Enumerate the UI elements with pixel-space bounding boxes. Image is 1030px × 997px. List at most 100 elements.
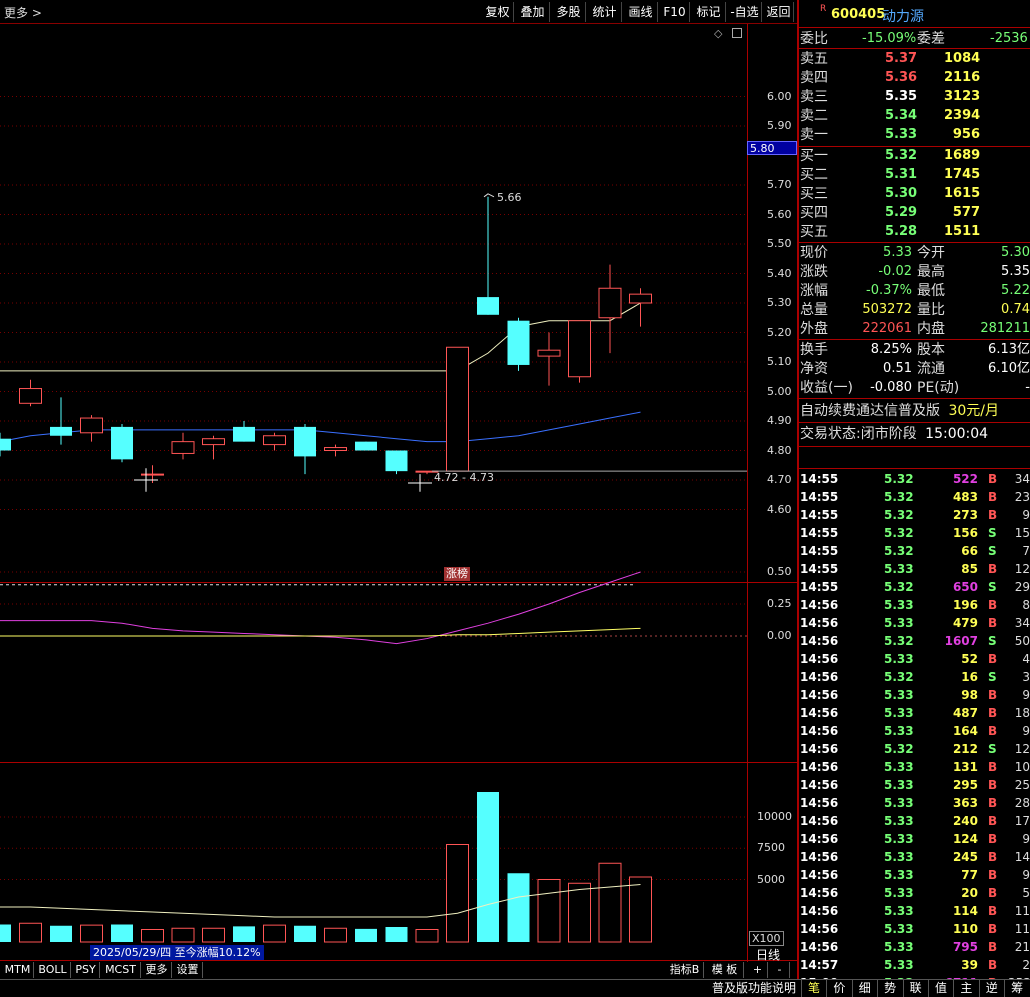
toolbar-button-3[interactable]: 统计: [588, 2, 622, 22]
ob-price[interactable]: 5.33: [885, 126, 917, 144]
detail-tab-1[interactable]: 价: [826, 980, 851, 997]
fund-value: 8.25%: [870, 342, 912, 357]
tick-side: B: [988, 850, 998, 864]
tick-row: 14:56 5.33 164 B 9: [800, 722, 1030, 740]
ob-price[interactable]: 5.30: [885, 185, 917, 203]
tick-side: S: [988, 580, 997, 594]
ob-price[interactable]: 5.36: [885, 69, 917, 87]
stat-value: 281211: [980, 321, 1030, 336]
r-tag: R: [820, 4, 827, 14]
toolbar-button-7[interactable]: -自选: [728, 2, 762, 22]
toolbar-button-4[interactable]: 画线: [624, 2, 658, 22]
candle-body: [202, 438, 225, 446]
volume-bar: [80, 924, 103, 943]
ob-price[interactable]: 5.29: [885, 204, 917, 222]
ob-price[interactable]: 5.32: [885, 147, 917, 165]
help-link[interactable]: 普及版功能说明: [712, 980, 796, 997]
price-tick: 5.20: [767, 325, 792, 339]
tick-price: 5.33: [884, 940, 914, 954]
tick-count: 14: [1014, 850, 1030, 864]
detail-tab-0[interactable]: 笔: [801, 980, 826, 997]
template-tab[interactable]: 模 板: [706, 962, 744, 978]
price-tick: 5.40: [767, 266, 792, 280]
price-tick: 4.80: [767, 443, 792, 457]
tick-time: 14:56: [800, 724, 839, 738]
detail-tab-7[interactable]: 逆: [978, 980, 1004, 997]
tick-volume: 52: [961, 652, 978, 666]
high-marker: [483, 193, 495, 198]
zoom-out-button[interactable]: -: [770, 962, 790, 978]
indicator-tab-更多[interactable]: 更多: [142, 962, 172, 978]
ob-price[interactable]: 5.31: [885, 166, 917, 184]
ob-price[interactable]: 5.34: [885, 107, 917, 125]
indicator-b-tab[interactable]: 指标B: [666, 962, 704, 978]
indicator-tab-mcst[interactable]: MCST: [101, 962, 141, 978]
panel-divider: [797, 0, 799, 980]
tick-time: 14:56: [800, 796, 839, 810]
candle-body: [141, 473, 164, 476]
detail-tab-8[interactable]: 筹: [1004, 980, 1029, 997]
tick-side: B: [988, 958, 998, 972]
ob-price[interactable]: 5.28: [885, 223, 917, 241]
tick-price: 5.33: [884, 724, 914, 738]
candle-body: [568, 320, 591, 378]
tick-side: B: [988, 832, 998, 846]
tick-row: 14:56 5.33 131 B 10: [800, 758, 1030, 776]
indicator-tab-mtm[interactable]: MTM: [2, 962, 34, 978]
stat-value: 5.30: [1001, 245, 1030, 260]
tick-price: 5.33: [884, 814, 914, 828]
ob-label: 买二: [800, 167, 828, 183]
tick-volume: 522: [952, 472, 978, 486]
ob-price[interactable]: 5.35: [885, 88, 917, 106]
detail-tab-4[interactable]: 联: [902, 980, 928, 997]
tick-row: 14:56 5.33 110 B 11: [800, 920, 1030, 938]
indicator-tab-psy[interactable]: PSY: [72, 962, 100, 978]
ob-volume: 956: [952, 127, 980, 142]
tick-time: 14:56: [800, 742, 839, 756]
indicator-tab-设置[interactable]: 设置: [173, 962, 203, 978]
tick-row: 14:56 5.32 1607 S 50: [800, 632, 1030, 650]
promo-banner[interactable]: 自动续费通达信普及版 30元/月: [800, 401, 1030, 421]
tick-price: 5.33: [884, 652, 914, 666]
detail-tab-5[interactable]: 值: [928, 980, 953, 997]
toolbar-button-2[interactable]: 多股: [552, 2, 586, 22]
tick-price: 5.32: [884, 670, 914, 684]
toolbar-button-1[interactable]: 叠加: [516, 2, 550, 22]
tick-volume: 164: [952, 724, 978, 738]
range-gain: 至今涨幅10.12%: [174, 946, 261, 959]
promo-text: 自动续费通达信普及版: [800, 403, 940, 419]
volume-bar: [171, 927, 195, 943]
toolbar-button-6[interactable]: 标记: [692, 2, 726, 22]
stat-label: 外盘: [800, 321, 828, 337]
toolbar-button-0[interactable]: 复权: [482, 2, 514, 22]
indicator-tab-boll[interactable]: BOLL: [35, 962, 71, 978]
stat-value: -0.37%: [866, 283, 912, 298]
tick-time: 14:56: [800, 778, 839, 792]
price-tick: 5.60: [767, 207, 792, 221]
tick-volume: 245: [952, 850, 978, 864]
stat-label: 涨跌: [800, 264, 828, 280]
high-label: 5.66: [497, 191, 522, 204]
period-label[interactable]: 日线: [756, 946, 780, 963]
ob-volume: 1615: [944, 186, 981, 201]
detail-tab-3[interactable]: 势: [877, 980, 902, 997]
tick-count: 18: [1014, 706, 1030, 720]
stat-label: 总量: [800, 302, 828, 318]
ob-label: 卖三: [800, 89, 828, 105]
toolbar-button-8[interactable]: 返回: [764, 2, 794, 22]
candle-body: [263, 435, 286, 446]
zoom-in-button[interactable]: +: [748, 962, 768, 978]
toolbar-button-5[interactable]: F10: [660, 2, 690, 22]
more-menu[interactable]: 更多 >: [4, 4, 42, 21]
detail-tab-2[interactable]: 细: [851, 980, 877, 997]
tick-side: B: [988, 706, 998, 720]
fund-value: -: [1025, 380, 1030, 395]
low-label: 4.72 - 4.73: [434, 471, 494, 484]
range-info-box: 2025/05/29/四 至今涨幅10.12%: [90, 945, 264, 960]
kline-chart[interactable]: 4.72 - 4.73 5.66: [0, 24, 747, 962]
tick-side: B: [988, 922, 998, 936]
detail-tab-6[interactable]: 主: [953, 980, 978, 997]
tick-time: 14:55: [800, 544, 839, 558]
tick-side: B: [988, 724, 998, 738]
ob-price[interactable]: 5.37: [885, 50, 917, 68]
